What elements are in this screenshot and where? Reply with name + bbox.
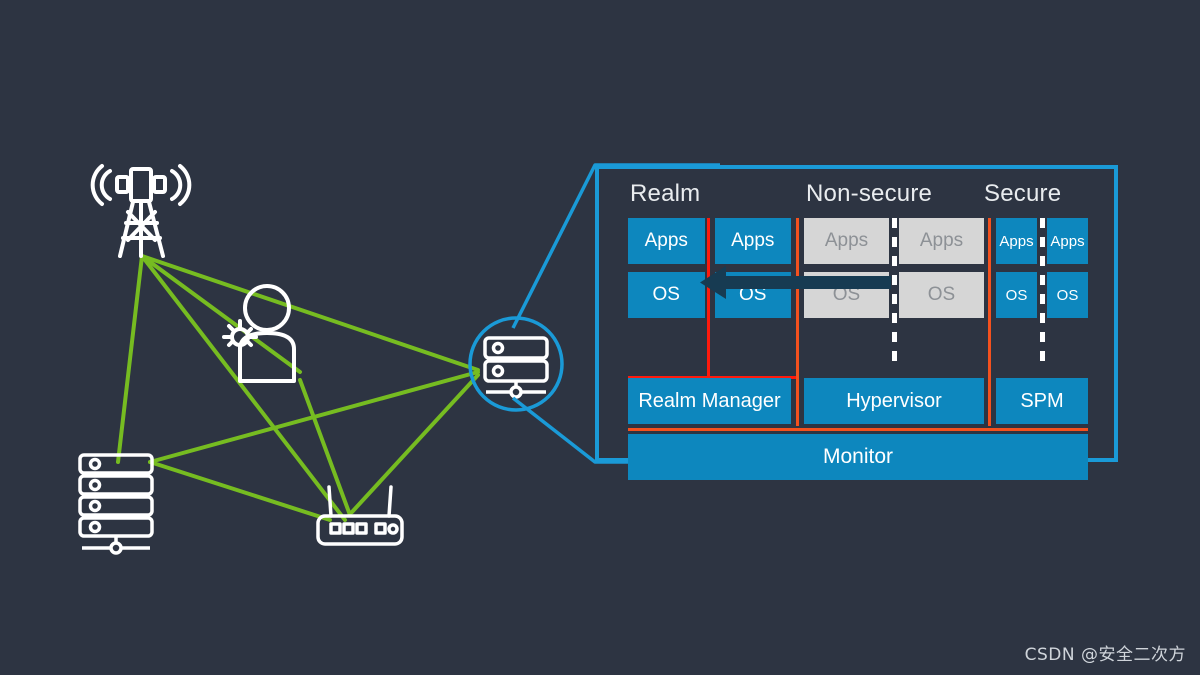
- realm-guest-separator: [707, 218, 710, 376]
- link-tower-user: [140, 254, 302, 374]
- cell-tower-icon: [90, 164, 192, 258]
- link-tower-router: [140, 254, 347, 522]
- non-secure-guest-1-apps: Apps: [804, 218, 889, 264]
- architecture-panel: Realm Non-secure Secure Apps OS Apps OS: [628, 180, 1088, 480]
- realm-guest-1-os: OS: [628, 272, 705, 318]
- realm-guest-2-os: OS: [714, 272, 791, 318]
- secure-guest-2-apps: Apps: [1047, 218, 1088, 264]
- spm-block: SPM: [996, 378, 1088, 424]
- realm-guest-2-apps: Apps: [714, 218, 791, 264]
- user-with-gear-icon: [222, 284, 296, 383]
- network-links: [116, 254, 480, 522]
- realm-guest-1: Apps OS: [628, 218, 705, 318]
- non-secure-guest-2-os: OS: [899, 272, 984, 318]
- secure-guest-separator: [1040, 218, 1045, 368]
- link-tower-server-node: [140, 254, 480, 372]
- world-realm: Apps OS Apps OS: [628, 218, 791, 376]
- header-non-secure: Non-secure: [806, 180, 933, 207]
- non-secure-guest-1-os: OS: [804, 272, 889, 318]
- secure-guest-1-os: OS: [996, 272, 1037, 318]
- world-non-secure: Apps OS Apps OS: [804, 218, 984, 368]
- secure-guest-1-apps: Apps: [996, 218, 1037, 264]
- router-icon: [316, 485, 404, 546]
- realm-guest-2: Apps OS: [714, 218, 791, 318]
- realm-manager-block: Realm Manager: [628, 378, 791, 424]
- secure-guest-2-os: OS: [1047, 272, 1088, 318]
- header-realm: Realm: [630, 180, 701, 207]
- diagram-canvas: Realm Non-secure Secure Apps OS Apps OS: [0, 0, 1200, 675]
- non-secure-guest-separator: [892, 218, 897, 368]
- world-secure: Apps OS Apps OS: [996, 218, 1088, 368]
- managers-row: Realm Manager Hypervisor SPM: [628, 378, 1088, 431]
- non-secure-guest-1: Apps OS: [804, 218, 889, 318]
- watermark-text: CSDN @安全二次方: [1024, 645, 1186, 665]
- hypervisor-block: Hypervisor: [804, 378, 984, 424]
- link-serverrack-router: [148, 460, 332, 522]
- monitor-boundary-line: [628, 428, 1088, 431]
- secure-guest-1: Apps OS: [996, 218, 1037, 318]
- worlds-row: Apps OS Apps OS Apps OS Apps OS Apps OS …: [628, 218, 1088, 426]
- server-rack-icon: [78, 453, 154, 555]
- secure-guest-2: Apps OS: [1047, 218, 1088, 318]
- non-secure-guest-2-apps: Apps: [899, 218, 984, 264]
- realm-guest-1-apps: Apps: [628, 218, 705, 264]
- non-secure-guest-2: Apps OS: [899, 218, 984, 318]
- header-secure: Secure: [984, 180, 1062, 207]
- link-tower-serverrack: [116, 254, 144, 464]
- monitor-block: Monitor: [628, 434, 1088, 480]
- world-headers: Realm Non-secure Secure: [628, 180, 1088, 214]
